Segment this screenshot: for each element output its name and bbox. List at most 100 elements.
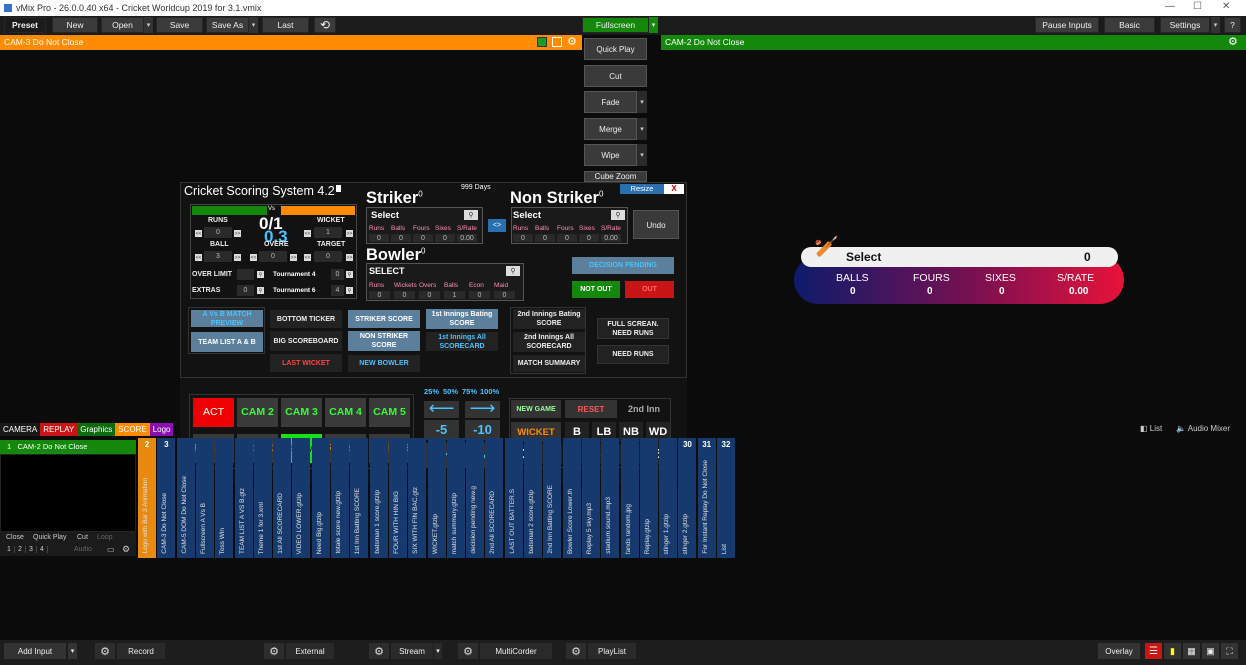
audio-mixer-toggle[interactable]: 🔈 Audio Mixer [1176, 424, 1230, 433]
inn2-all-button[interactable]: 2nd Innings All SCORECARD [513, 332, 585, 352]
close-panel-button[interactable]: X [664, 184, 684, 194]
tab-logo[interactable]: Logo [149, 423, 174, 436]
multicorder-button[interactable]: MultiCorder [480, 643, 552, 659]
last-button[interactable]: Last [262, 17, 309, 33]
add-input-dropdown-icon[interactable]: ▾ [68, 643, 77, 659]
wicket-inc-icon[interactable]: >> [346, 230, 353, 237]
grid-view-icon[interactable]: ▦ [1183, 643, 1200, 659]
wipe-button[interactable]: Wipe [584, 144, 637, 166]
overe-field[interactable]: 0 [259, 251, 287, 262]
bowler-select[interactable]: SELECT [369, 266, 405, 276]
match-summary-button[interactable]: MATCH SUMMARY [513, 355, 585, 372]
fade-button[interactable]: Fade [584, 91, 637, 113]
input-num-4[interactable]: 4 [40, 546, 48, 553]
preview-mini-icon[interactable] [537, 37, 547, 47]
speed-1-button[interactable]: 50% [443, 387, 458, 396]
cam-4-button[interactable]: CAM 4 [325, 398, 366, 427]
close-input-button[interactable]: Close [6, 534, 24, 541]
minus-5-button[interactable]: -5 [424, 420, 459, 440]
inn2-bat-button[interactable]: 2nd Innings Bating SCORE [513, 309, 585, 329]
input-tile[interactable]: 1st All SCORECARD [273, 438, 292, 558]
playlist-button[interactable]: PlayList [588, 643, 636, 659]
input-tile[interactable]: Toss Win [215, 438, 234, 558]
input-tile[interactable]: batsman 2 score.gtzip [524, 438, 542, 558]
arrow-right-icon[interactable]: ⟶ [465, 399, 500, 418]
doc-icon[interactable] [336, 185, 341, 192]
last-wicket-button[interactable]: LAST WICKET [270, 354, 342, 372]
stream-button[interactable]: Stream [391, 643, 433, 659]
striker-select[interactable]: Select [371, 210, 399, 221]
save-button[interactable]: Save [156, 17, 203, 33]
act-button[interactable]: ACT [193, 398, 234, 427]
cut-input-button[interactable]: Cut [77, 534, 88, 541]
cut-button[interactable]: Cut [584, 65, 647, 87]
input-tile[interactable]: batsman 1 score.gtzip [369, 438, 388, 558]
settings-dropdown-icon[interactable]: ▾ [1211, 17, 1220, 33]
extras-field[interactable]: 0 [237, 285, 254, 296]
input-num-1[interactable]: 1 [7, 546, 15, 553]
team-list-button[interactable]: TEAM LIST A & B [191, 332, 263, 352]
new-bowler-button[interactable]: NEW BOWLER [348, 355, 420, 372]
bowler-search-icon[interactable]: ⚲ [506, 266, 520, 276]
input-tile[interactable]: stinger 1.gtzip [659, 438, 678, 558]
input-tile[interactable]: VIDEO LOWER.gtzip [292, 438, 311, 558]
cam-5-button[interactable]: CAM 5 [369, 398, 410, 427]
input-tile[interactable]: Theme 1 for 3.xml [253, 438, 272, 558]
big-scoreboard-button[interactable]: BIG SCOREBOARD [270, 331, 342, 351]
basic-button[interactable]: Basic [1104, 17, 1155, 33]
new-game-button[interactable]: NEW GAME [511, 400, 561, 418]
input-tile[interactable]: 2nd All SCORECARD [485, 438, 504, 558]
inn1-all-button[interactable]: 1st Innings All SCORECARD [426, 332, 498, 351]
fade-dropdown-icon[interactable]: ▾ [637, 91, 647, 113]
maximize-icon[interactable]: ☐ [1193, 1, 1202, 12]
swap-striker-button[interactable]: <> [488, 219, 506, 232]
open-dropdown-icon[interactable]: ▾ [144, 17, 153, 33]
input-tile[interactable]: Replay.gtzip [639, 438, 658, 558]
input-tile[interactable]: LAST OUT BATTER.S [504, 438, 523, 558]
input-tile[interactable]: TEAM LIST A VS B.gtz [234, 438, 253, 558]
quick-play-button[interactable]: Quick Play [584, 38, 647, 60]
cube-zoom-button[interactable]: Cube Zoom [584, 171, 647, 182]
team-b-color[interactable] [281, 206, 355, 215]
record-button[interactable]: Record [117, 643, 165, 659]
input-tile[interactable]: WICKET.gtzip [427, 438, 446, 558]
over-limit-field[interactable] [237, 269, 254, 280]
input-tile[interactable]: decision pending new.g [466, 438, 485, 558]
reset-button[interactable]: RESET [565, 400, 617, 418]
audio-input-button[interactable]: Audio [74, 546, 92, 553]
arrow-left-icon[interactable]: ⟵ [424, 399, 459, 418]
preview-layout-icon[interactable] [552, 37, 562, 47]
fullscreen-dropdown-icon[interactable]: ▾ [649, 17, 658, 33]
input-tile[interactable]: stadium sound.mp3 [601, 438, 620, 558]
overlay-button[interactable]: Overlay [1098, 643, 1140, 659]
extras-search-icon[interactable]: ⚲ [257, 287, 264, 294]
save-as-dropdown-icon[interactable]: ▾ [249, 17, 258, 33]
target-inc-icon[interactable]: >> [346, 254, 353, 261]
non-striker-score-button[interactable]: NON STRIKER SCORE [348, 331, 420, 351]
input-tile[interactable]: Need Big.gtzip [311, 438, 330, 558]
input-tile[interactable]: FOUR WITH HIN BIG [388, 438, 407, 558]
merge-button[interactable]: Merge [584, 118, 637, 140]
playlist-gear-icon[interactable]: ⚙ [566, 643, 586, 659]
ball-field[interactable]: 3 [204, 251, 232, 262]
input-tile[interactable]: Bowler Score Lower.th [562, 438, 581, 558]
meters-icon[interactable]: ▮ [1164, 643, 1181, 659]
striker-search-icon[interactable]: ⚲ [464, 210, 478, 220]
input-tile[interactable]: 1st Inn Batting SCORE [350, 438, 369, 558]
input-tile[interactable]: Fullscreen A Vs B [195, 438, 214, 558]
not-out-button[interactable]: NOT OUT [572, 281, 620, 298]
speaker-icon[interactable]: 🔈 [1176, 424, 1186, 433]
minimize-icon[interactable]: — [1165, 1, 1175, 12]
input-tile[interactable]: 32 List [717, 438, 735, 558]
new-button[interactable]: New [52, 17, 98, 33]
minus-10-button[interactable]: -10 [465, 420, 500, 440]
input-tile[interactable]: match summary.gtzip [446, 438, 465, 558]
avsb-button[interactable]: A Vs B MATCH PREVIEW [191, 310, 263, 327]
striker-score-button[interactable]: STRIKER SCORE [348, 310, 420, 328]
input-num-3[interactable]: 3 [29, 546, 37, 553]
open-button[interactable]: Open [101, 17, 144, 33]
tournament4-search-icon[interactable]: ⚲ [346, 271, 353, 278]
speed-3-button[interactable]: 100% [480, 387, 499, 396]
fullscreen-view-icon[interactable]: ⛶ [1221, 643, 1238, 659]
tournament6-field[interactable]: 4 [331, 285, 344, 296]
